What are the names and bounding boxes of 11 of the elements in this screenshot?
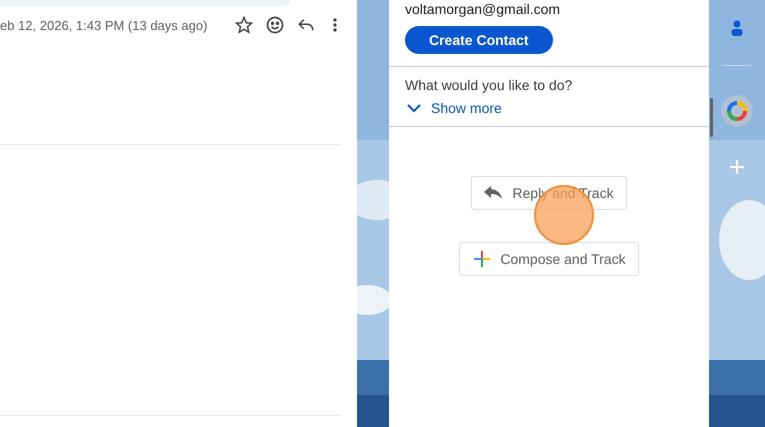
- show-more-button[interactable]: Show more: [389, 93, 518, 126]
- question-text: What would you like to do?: [404, 76, 574, 93]
- compose-and-track-button[interactable]: Compose and Track: [459, 242, 639, 276]
- scrollbar[interactable]: [710, 98, 713, 137]
- message-date: eb 12, 2026, 1:43 PM (13 days ago): [0, 18, 208, 32]
- create-contact-button[interactable]: Create Contact: [405, 26, 553, 54]
- contact-email: voltamorgan@gmail.com: [404, 0, 562, 17]
- plus-icon: [474, 251, 490, 267]
- reply-icon: [484, 186, 502, 200]
- chevron-down-icon: [407, 104, 421, 112]
- addon-icon[interactable]: [721, 95, 753, 127]
